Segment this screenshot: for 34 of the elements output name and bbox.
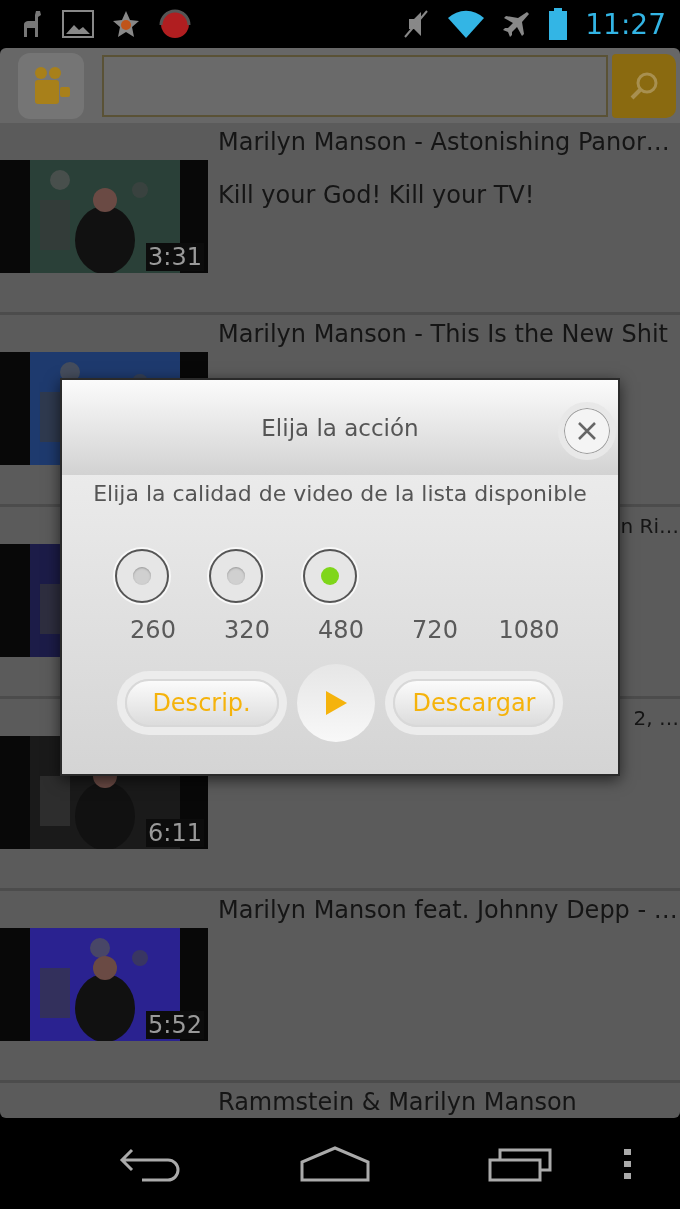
search-icon (629, 70, 659, 101)
video-title: n Ri… (620, 513, 679, 540)
video-duration: 3:31 (146, 243, 204, 271)
star-icon (112, 10, 140, 38)
close-icon (577, 421, 597, 441)
video-title: Marilyn Manson - Astonishing Panor… (218, 127, 671, 157)
radio-button[interactable] (115, 549, 169, 603)
video-duration: 6:11 (146, 819, 204, 847)
menu-button[interactable] (624, 1148, 632, 1179)
battery-icon (549, 8, 568, 40)
video-duration: 5:52 (146, 1011, 204, 1039)
video-description: Kill your God! Kill your TV! (218, 181, 535, 209)
play-icon (323, 690, 348, 716)
dialog-title: Elija la acción (261, 414, 419, 441)
radio-button[interactable] (303, 549, 357, 603)
airplane-icon (503, 10, 532, 38)
wifi-icon (447, 9, 486, 39)
image-icon (62, 10, 94, 38)
mute-icon (403, 9, 430, 39)
video-title: Marilyn Manson - This Is the New Shit (218, 319, 669, 349)
headphones-icon (158, 7, 192, 41)
quality-label: 260 (130, 616, 176, 644)
video-title: Marilyn Manson feat. Johnny Depp - … (218, 895, 674, 925)
quality-label: 1080 (498, 616, 560, 644)
video-title: 2, … (633, 705, 679, 732)
quality-label: 480 (318, 616, 364, 644)
clock: 11:27 (585, 7, 666, 41)
search-field[interactable] (102, 54, 608, 117)
video-title: Rammstein & Marilyn Manson (218, 1087, 578, 1117)
home-button[interactable] (300, 1145, 370, 1182)
quality-label: 720 (412, 616, 458, 644)
quality-label: 320 (224, 616, 270, 644)
radio-button[interactable] (209, 549, 263, 603)
dialog-message: Elija la calidad de video de la lista disponible (92, 481, 588, 506)
